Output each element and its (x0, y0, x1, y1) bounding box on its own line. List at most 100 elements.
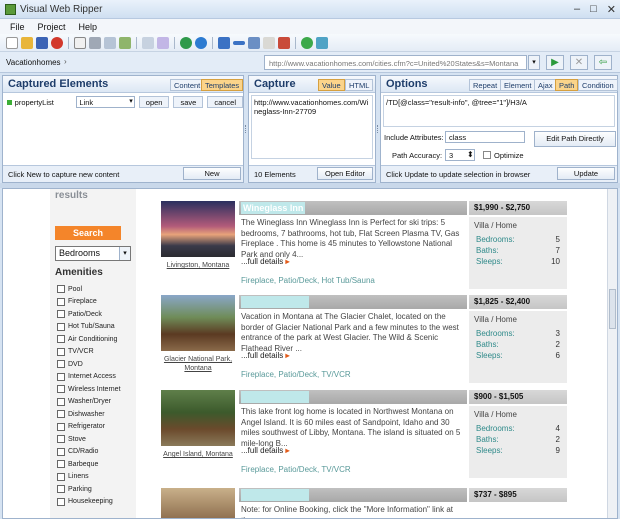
add-icon[interactable] (218, 36, 230, 49)
url-dropdown-icon[interactable]: ▾ (528, 55, 540, 70)
amenity-checkbox[interactable] (57, 285, 65, 293)
amenity-checkbox[interactable] (57, 410, 65, 418)
tab-ajax[interactable]: Ajax (534, 79, 557, 91)
help-icon[interactable] (301, 36, 313, 49)
pen-icon[interactable] (316, 36, 328, 49)
amenity-item[interactable]: Patio/Deck (57, 310, 102, 318)
new-button[interactable]: New (183, 167, 241, 180)
tab-content[interactable]: Content (170, 79, 205, 91)
amenity-item[interactable]: Dishwasher (57, 410, 105, 418)
chevron-down-icon[interactable]: ▾ (119, 247, 130, 260)
amenity-item[interactable]: Wireless Internet (57, 385, 121, 393)
amenity-item[interactable]: Washer/Dryer (57, 397, 111, 406)
amenity-item[interactable]: Linens (57, 472, 89, 481)
listing-location-link[interactable]: Angel Island, Montana (161, 450, 235, 459)
tab-element[interactable]: Element (500, 79, 536, 91)
move-icon[interactable] (248, 36, 260, 49)
debug-icon[interactable] (278, 36, 290, 49)
export-icon[interactable] (119, 36, 131, 49)
run-icon[interactable] (180, 36, 192, 49)
listing-title-link[interactable]: Wineglass Inn (241, 202, 306, 214)
amenity-checkbox[interactable] (57, 322, 65, 331)
amenity-checkbox[interactable] (57, 422, 65, 431)
element-name[interactable]: propertyList (15, 98, 77, 107)
tab-html[interactable]: HTML (345, 79, 374, 91)
amenity-item[interactable]: Housekeeping (57, 497, 113, 506)
listing-title-link[interactable] (241, 296, 309, 308)
tab-templates[interactable]: Templates (201, 79, 244, 91)
vertical-scrollbar[interactable] (607, 189, 617, 518)
amenity-item[interactable]: Air Conditioning (57, 335, 117, 343)
save-icon[interactable] (36, 36, 48, 49)
update-button[interactable]: Update (557, 167, 615, 180)
listing-title-link[interactable] (241, 391, 309, 403)
save-button[interactable]: save (173, 96, 204, 108)
amenity-checkbox[interactable] (57, 447, 65, 456)
amenity-item[interactable]: Pool (57, 285, 82, 293)
image-icon[interactable] (263, 36, 275, 49)
globe-icon[interactable] (195, 36, 207, 49)
optimize-checkbox[interactable] (483, 151, 491, 159)
chevron-down-icon[interactable]: ▾ (129, 97, 133, 105)
amenity-checkbox[interactable] (57, 397, 65, 406)
menu-file[interactable]: File (10, 22, 25, 32)
element-type-select[interactable]: Link ▾ (76, 96, 135, 108)
full-details-link[interactable]: ...full details ▸ (241, 446, 290, 455)
tab-path[interactable]: Path (555, 79, 579, 91)
edit-path-button[interactable]: Edit Path Directly (534, 131, 616, 147)
amenity-checkbox[interactable] (57, 385, 65, 393)
listing-photo[interactable] (161, 295, 235, 351)
minimize-button[interactable]: – (574, 3, 580, 16)
new-project-icon[interactable] (6, 36, 18, 49)
amenity-checkbox[interactable] (57, 485, 65, 493)
remove-icon[interactable] (233, 40, 245, 45)
bedrooms-select[interactable]: Bedrooms ▾ (55, 246, 131, 261)
schedule-icon[interactable] (157, 36, 169, 49)
xpath-text[interactable]: /TD[@class="result-info", @tree="1"]/H3/… (383, 95, 615, 127)
amenity-item[interactable]: Stove (57, 435, 86, 443)
listing-photo[interactable] (161, 201, 235, 257)
menu-help[interactable]: Help (79, 22, 98, 32)
tab-condition[interactable]: Condition (578, 79, 618, 91)
amenity-item[interactable]: TV/VCR (57, 347, 94, 356)
amenity-item[interactable]: Barbeque (57, 460, 98, 468)
capture-value-text[interactable]: http://www.vacationhomes.com/Wineglass-I… (251, 95, 373, 159)
listing-photo[interactable] (161, 390, 235, 446)
document-icon[interactable] (74, 36, 86, 49)
full-details-link[interactable]: ...full details ▸ (241, 351, 290, 360)
open-button[interactable]: open (138, 96, 170, 108)
include-attributes-input[interactable]: class (445, 131, 525, 143)
amenity-checkbox[interactable] (57, 472, 65, 481)
amenity-item[interactable]: DVD (57, 360, 83, 368)
scrollbar-thumb[interactable] (609, 289, 616, 329)
list-icon[interactable] (104, 36, 116, 49)
amenity-checkbox[interactable] (57, 310, 65, 318)
menu-project[interactable]: Project (38, 22, 66, 32)
amenity-checkbox[interactable] (57, 335, 65, 343)
breadcrumb[interactable]: Vacationhomes (6, 58, 61, 67)
amenity-checkbox[interactable] (57, 372, 65, 381)
listing-location-link[interactable]: Livingston, Montana (161, 261, 235, 270)
url-input[interactable]: http://www.vacationhomes.com/cities.cfm?… (264, 55, 527, 70)
amenity-item[interactable]: Parking (57, 485, 92, 493)
breadcrumb-chevron-icon[interactable]: › (64, 57, 67, 66)
listing-title-link[interactable] (241, 489, 309, 501)
maximize-button[interactable]: □ (590, 3, 597, 16)
amenity-checkbox[interactable] (57, 460, 65, 468)
grid-icon[interactable] (142, 36, 154, 49)
open-folder-icon[interactable] (21, 36, 33, 49)
back-button[interactable]: ⇦ (594, 55, 612, 70)
amenity-checkbox[interactable] (57, 360, 65, 368)
cancel-button[interactable]: cancel (207, 96, 243, 108)
amenity-item[interactable]: CD/Radio (57, 447, 98, 456)
amenity-item[interactable]: Internet Access (57, 372, 116, 381)
listing-location-link[interactable]: Glacier National Park, Montana (161, 355, 235, 373)
full-details-link[interactable]: ...full details ▸ (241, 257, 290, 266)
amenity-checkbox[interactable] (57, 347, 65, 356)
amenity-checkbox[interactable] (57, 297, 65, 306)
spin-icon[interactable]: ⬍ (467, 150, 474, 159)
delete-icon[interactable] (51, 36, 63, 49)
close-button[interactable]: ✕ (607, 3, 616, 16)
amenity-item[interactable]: Fireplace (57, 297, 97, 306)
search-button[interactable]: Search (55, 226, 121, 240)
